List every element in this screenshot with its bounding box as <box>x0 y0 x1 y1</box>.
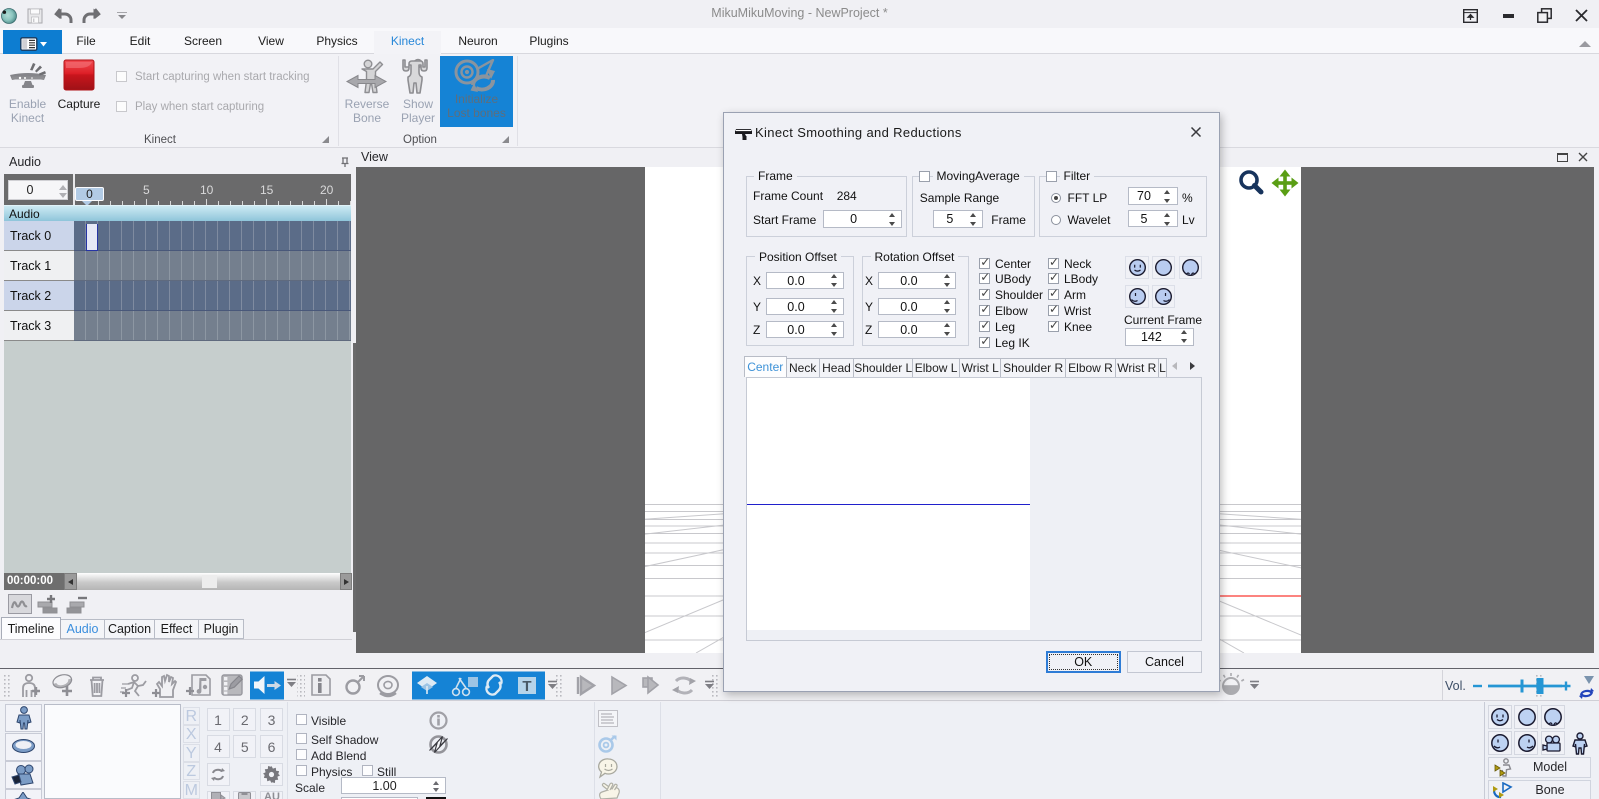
svg-text:T: T <box>522 678 531 695</box>
svg-text:10: 10 <box>200 183 214 197</box>
svg-text:15: 15 <box>260 183 274 197</box>
svg-text:20: 20 <box>320 183 334 197</box>
svg-text:5: 5 <box>143 183 150 197</box>
